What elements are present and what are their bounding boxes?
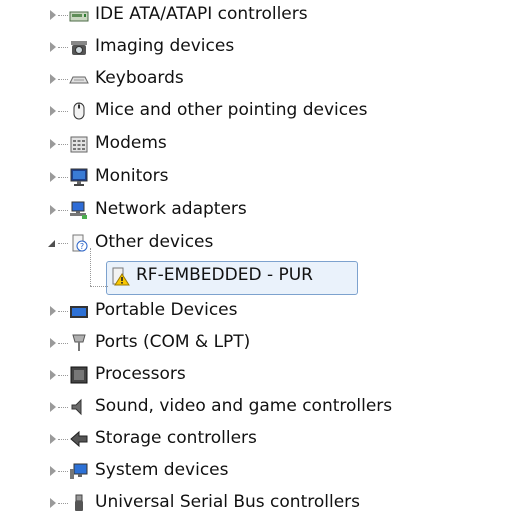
tree-item-label: Ports (COM & LPT) [95, 332, 251, 352]
tree-dots [58, 343, 68, 344]
expand-arrow-icon[interactable] [50, 370, 56, 380]
expand-arrow-icon[interactable] [50, 205, 56, 215]
tree-item-label: Storage controllers [95, 428, 257, 448]
expand-arrow-icon[interactable] [50, 434, 56, 444]
unknown-device-icon: ? [72, 234, 88, 252]
modem-icon [70, 136, 88, 153]
mouse-icon [73, 102, 85, 120]
tree-dots [58, 243, 68, 244]
tree-item-storage-controllers[interactable]: Storage controllers [0, 424, 508, 454]
tree-item-label: RF-EMBEDDED - PUR [136, 265, 313, 285]
tree-item-other-devices[interactable]: ? Other devices [0, 228, 508, 258]
tree-item-modems[interactable]: Modems [0, 129, 508, 159]
tree-dots [58, 407, 68, 408]
tree-item-label: Modems [95, 133, 167, 153]
tree-item-label: IDE ATA/ATAPI controllers [95, 4, 308, 24]
tree-item-network-adapters[interactable]: Network adapters [0, 195, 508, 225]
tree-item-system-devices[interactable]: System devices [0, 456, 508, 486]
camera-icon [71, 41, 87, 55]
tree-dots [58, 503, 68, 504]
disk-controller-icon [69, 11, 89, 22]
tree-dots [58, 47, 68, 48]
tree-dots [58, 471, 68, 472]
tree-item-ports[interactable]: Ports (COM & LPT) [0, 328, 508, 358]
monitor-icon [70, 168, 88, 186]
tree-item-keyboards[interactable]: Keyboards [0, 64, 508, 94]
tree-item-label: Other devices [95, 232, 214, 252]
tree-item-ide-ata-atapi-controllers[interactable]: IDE ATA/ATAPI controllers [0, 0, 508, 30]
tree-dots [58, 210, 68, 211]
warning-device-icon [112, 267, 130, 286]
speaker-icon [71, 398, 82, 416]
tree-item-label: System devices [95, 460, 229, 480]
tree-item-portable-devices[interactable]: Portable Devices [0, 296, 508, 326]
tree-dots [58, 311, 68, 312]
expand-arrow-icon[interactable] [50, 106, 56, 116]
tree-item-label: Network adapters [95, 199, 247, 219]
collapse-arrow-icon[interactable] [48, 240, 55, 247]
tree-item-label: Universal Serial Bus controllers [95, 492, 361, 512]
usb-icon [75, 494, 83, 511]
tree-item-label: Monitors [95, 166, 169, 186]
processor-icon [70, 366, 88, 384]
tree-item-label: Processors [95, 364, 186, 384]
tree-item-imaging-devices[interactable]: Imaging devices [0, 32, 508, 62]
svg-text:?: ? [80, 242, 84, 251]
tree-item-processors[interactable]: Processors [0, 360, 508, 390]
expand-arrow-icon[interactable] [50, 498, 56, 508]
tree-item-label: Mice and other pointing devices [95, 100, 368, 120]
tree-item-usb-controllers[interactable]: Universal Serial Bus controllers [0, 488, 508, 518]
tree-dots [58, 15, 68, 16]
expand-arrow-icon[interactable] [50, 74, 56, 84]
tree-item-monitors[interactable]: Monitors [0, 162, 508, 192]
tree-dots [58, 177, 68, 178]
tree-dots [58, 144, 68, 145]
tree-item-label: Imaging devices [95, 36, 235, 56]
portable-device-icon [70, 306, 88, 318]
port-icon [72, 334, 86, 351]
tree-dots [58, 79, 68, 80]
tree-dots [58, 111, 68, 112]
expand-arrow-icon[interactable] [50, 42, 56, 52]
tree-item-label: Portable Devices [95, 300, 238, 320]
tree-item-mice[interactable]: Mice and other pointing devices [0, 96, 508, 126]
system-device-icon [70, 463, 88, 479]
tree-item-label: Keyboards [95, 68, 184, 88]
tree-item-label: Sound, video and game controllers [95, 396, 393, 416]
storage-controller-icon [70, 430, 88, 448]
expand-arrow-icon[interactable] [50, 466, 56, 476]
expand-arrow-icon[interactable] [50, 306, 56, 316]
expand-arrow-icon[interactable] [50, 338, 56, 348]
tree-item-sound-video-game[interactable]: Sound, video and game controllers [0, 392, 508, 422]
keyboard-icon [69, 76, 89, 84]
expand-arrow-icon[interactable] [50, 139, 56, 149]
tree-dots [58, 375, 68, 376]
expand-arrow-icon[interactable] [50, 172, 56, 182]
device-tree: IDE ATA/ATAPI controllers Imaging device… [0, 0, 508, 524]
network-adapter-icon [70, 201, 87, 219]
tree-item-rf-embedded-pur[interactable]: RF-EMBEDDED - PUR [0, 261, 508, 291]
expand-arrow-icon[interactable] [50, 402, 56, 412]
expand-arrow-icon[interactable] [50, 10, 56, 20]
tree-dots [58, 439, 68, 440]
